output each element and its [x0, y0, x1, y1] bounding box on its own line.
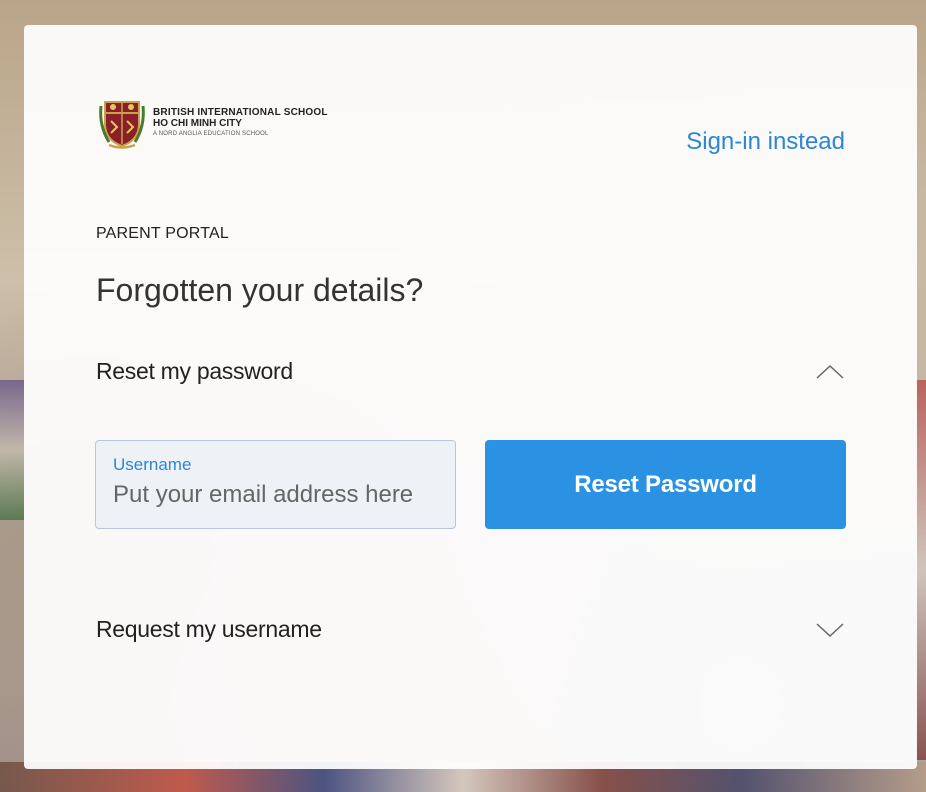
request-username-section-title: Request my username [96, 616, 322, 642]
username-field[interactable]: Username [95, 440, 456, 529]
username-input[interactable] [113, 481, 433, 509]
school-crest-icon [99, 96, 145, 150]
school-logo[interactable]: BRITISH INTERNATIONAL SCHOOL HO CHI MINH… [99, 96, 328, 150]
background-photo-left [0, 380, 24, 520]
request-username-section-toggle[interactable]: Request my username [96, 616, 845, 643]
page-title: Forgotten your details? [96, 272, 424, 308]
sign-in-instead-link[interactable]: Sign-in instead [686, 128, 845, 156]
portal-label: PARENT PORTAL [96, 225, 230, 242]
school-name-line2: HO CHI MINH CITY [153, 118, 242, 129]
school-tagline: A NORD ANGLIA EDUCATION SCHOOL [153, 131, 269, 137]
forgot-details-card: BRITISH INTERNATIONAL SCHOOL HO CHI MINH… [24, 25, 917, 769]
username-label: Username [113, 455, 192, 474]
school-name-line1: BRITISH INTERNATIONAL SCHOOL [153, 107, 328, 118]
reset-password-button[interactable]: Reset Password [485, 440, 846, 529]
chevron-down-icon[interactable] [815, 620, 845, 640]
chevron-up-icon[interactable] [815, 362, 845, 382]
school-name: BRITISH INTERNATIONAL SCHOOL HO CHI MINH… [153, 107, 328, 139]
reset-password-section-title: Reset my password [96, 358, 293, 384]
reset-password-section-toggle[interactable]: Reset my password [96, 358, 845, 385]
background-photo-right [916, 380, 926, 760]
